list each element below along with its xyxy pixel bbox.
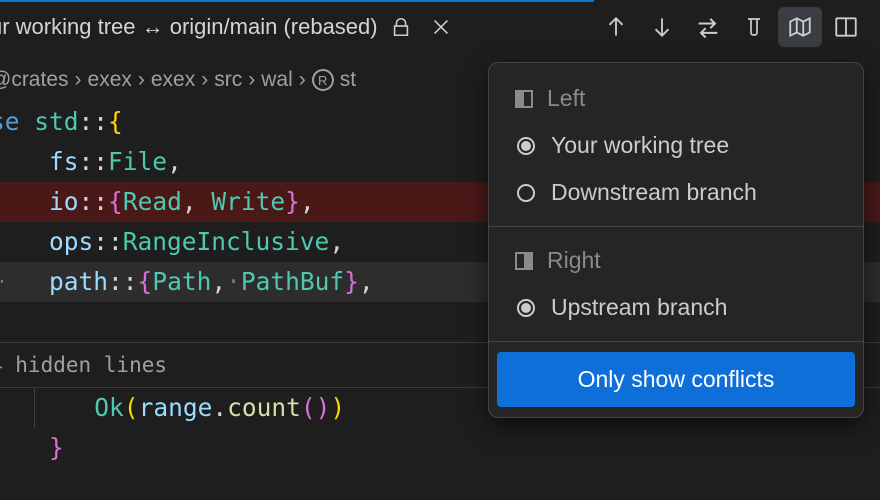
popup-heading-label: Right [547, 247, 601, 274]
rust-file-icon: R [312, 69, 334, 91]
only-show-conflicts-button[interactable]: Only show conflicts [497, 352, 855, 407]
popup-item-label: Your working tree [551, 132, 729, 159]
readonly-lock-icon [390, 16, 412, 38]
split-layout-button[interactable] [824, 7, 868, 47]
pane-right-icon [515, 252, 533, 270]
crumb[interactable]: src [214, 68, 242, 92]
crumb[interactable]: wal [261, 68, 293, 92]
radio-unchecked-icon [517, 184, 535, 202]
editor-toolbar [594, 0, 880, 54]
close-tab-icon[interactable] [430, 16, 452, 38]
popup-item-label: Upstream branch [551, 294, 727, 321]
chevron-right-icon: › [138, 68, 145, 92]
prev-change-button[interactable] [594, 7, 638, 47]
popup-option-upstream[interactable]: Upstream branch [497, 284, 855, 331]
diff-layout-button[interactable] [778, 7, 822, 47]
crumb[interactable]: exex [151, 68, 195, 92]
popup-heading-right: Right [497, 237, 855, 284]
chevron-right-icon: › [201, 68, 208, 92]
diff-layout-popup: Left Your working tree Downstream branch… [488, 62, 864, 418]
whitespace-button[interactable] [732, 7, 776, 47]
chevron-right-icon: › [299, 68, 306, 92]
popup-option-downstream[interactable]: Downstream branch [497, 169, 855, 216]
tab-title: ur working tree ↔ origin/main (rebased) [0, 14, 378, 40]
next-change-button[interactable] [640, 7, 684, 47]
code-line: } [0, 428, 880, 468]
popup-heading-label: Left [547, 85, 585, 112]
swap-sides-button[interactable] [686, 7, 730, 47]
crumb[interactable]: st [340, 68, 356, 92]
popup-heading-left: Left [497, 75, 855, 122]
crumb[interactable]: @crates [0, 68, 69, 92]
chevron-right-icon: › [248, 68, 255, 92]
popup-option-working-tree[interactable]: Your working tree [497, 122, 855, 169]
crumb[interactable]: exex [88, 68, 132, 92]
chevron-right-icon: › [75, 68, 82, 92]
radio-checked-icon [517, 299, 535, 317]
radio-checked-icon [517, 137, 535, 155]
popup-item-label: Downstream branch [551, 179, 757, 206]
pane-left-icon [515, 90, 533, 108]
